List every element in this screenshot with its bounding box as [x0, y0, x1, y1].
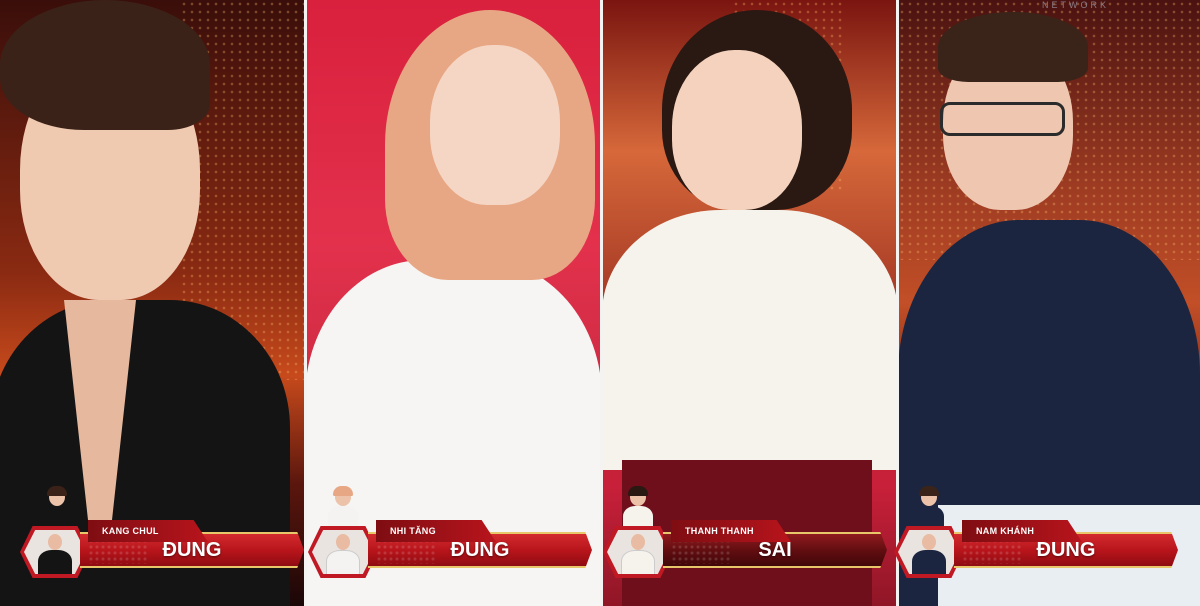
name-tab-4: NAM KHÁNH [962, 520, 1082, 542]
contestant-1-avatar [20, 526, 90, 578]
contestant-2-cutout [326, 486, 360, 532]
contestant-4-cutout [912, 486, 946, 532]
result-text-4: ĐÚNG [1036, 539, 1096, 561]
lower-third-4: ĐÚNG NAM KHÁNH [894, 486, 1179, 578]
name-tab-3: THANH THANH [671, 520, 791, 542]
glasses [940, 102, 1065, 136]
name-tab-2: NHI TĂNG [376, 520, 496, 542]
lower-third-2: ĐÚNG NHI TĂNG [308, 486, 593, 578]
lower-third-3: SAI THANH THANH [603, 486, 888, 578]
contestant-3-avatar [603, 526, 673, 578]
contestant-4-avatar [894, 526, 964, 578]
network-watermark: NETWORK [1042, 0, 1109, 10]
name-tab-1: KANG CHUL [88, 520, 208, 542]
contestant-3-cutout [621, 486, 655, 532]
result-text-1: ĐÚNG [162, 539, 222, 561]
contestant-1-cutout [40, 486, 74, 532]
result-text-2: ĐÚNG [450, 539, 510, 561]
contestant-2-avatar [308, 526, 378, 578]
lower-third-1: ĐÚNG KANG CHUL [20, 486, 304, 578]
result-text-3: SAI [758, 539, 792, 561]
